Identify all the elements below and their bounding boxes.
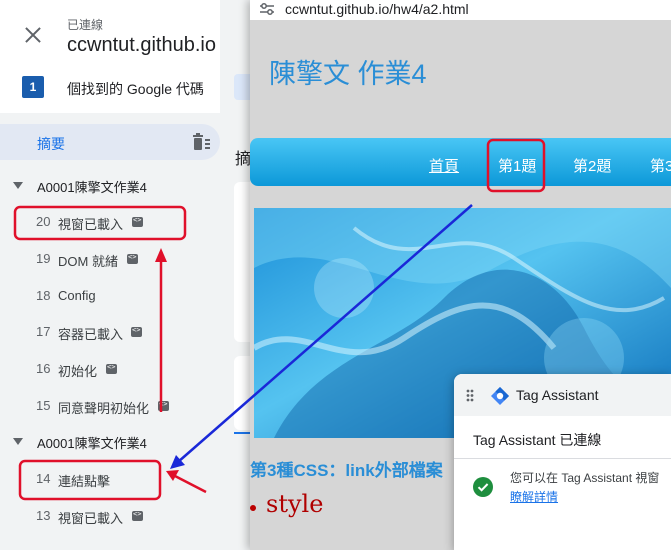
event-name: 連結點擊 xyxy=(58,474,111,489)
tag-assistant-panel: 已連線 ccwntut.github.io 1 個找到的 Google 代碼 摘… xyxy=(0,0,250,550)
group-label: A0001陳擎文作業4 xyxy=(37,180,147,195)
event-name: 視窗已載入 xyxy=(58,511,124,526)
event-number: 14 xyxy=(36,471,51,486)
caret-down-icon xyxy=(13,182,23,189)
section-heading: 第3種CSS：link外部檔案 xyxy=(250,461,443,480)
panel-header: 已連線 ccwntut.github.io 1 個找到的 Google 代碼 xyxy=(0,0,250,113)
site-info-icon[interactable] xyxy=(260,3,274,15)
code-icon xyxy=(158,400,169,411)
event-name: 初始化 xyxy=(58,364,98,379)
bullet-icon xyxy=(250,505,256,511)
site-nav: 首頁 第1題 第2題 第3 xyxy=(250,138,671,186)
check-circle-icon xyxy=(473,477,493,497)
nav-link-q2[interactable]: 第2題 xyxy=(573,155,611,176)
popup-divider xyxy=(454,458,671,459)
event-name: 視窗已載入 xyxy=(58,217,124,232)
tag-assistant-logo-icon xyxy=(491,387,509,405)
url-text[interactable]: ccwntut.github.io/hw4/a2.html xyxy=(285,1,469,17)
details-divider xyxy=(234,432,250,434)
event-name: DOM 就緒 xyxy=(58,254,118,269)
summary-label: 摘要 xyxy=(37,136,65,152)
event-number: 13 xyxy=(36,508,51,523)
event-number: 16 xyxy=(36,361,51,376)
event-group-2[interactable]: A0001陳擎文作業4 xyxy=(0,430,250,454)
details-tab[interactable] xyxy=(234,74,250,100)
code-icon xyxy=(131,326,142,337)
event-item-15[interactable]: 15 同意聲明初始化 xyxy=(0,393,250,419)
code-icon xyxy=(132,510,143,521)
group-label: A0001陳擎文作業4 xyxy=(37,436,147,451)
event-item-20[interactable]: 20 視窗已載入 xyxy=(0,209,250,235)
event-number: 15 xyxy=(36,398,51,413)
popup-title: Tag Assistant xyxy=(516,387,599,403)
close-icon[interactable] xyxy=(22,25,44,47)
event-number: 19 xyxy=(36,251,51,266)
event-item-17[interactable]: 17 容器已載入 xyxy=(0,319,250,345)
popup-header: Tag Assistant xyxy=(454,374,671,416)
nav-link-q3[interactable]: 第3 xyxy=(650,155,671,176)
event-item-13[interactable]: 13 視窗已載入 xyxy=(0,503,250,529)
event-item-16[interactable]: 16 初始化 xyxy=(0,356,250,382)
event-item-14[interactable]: 14 連結點擊 xyxy=(0,466,250,492)
event-name: 同意聲明初始化 xyxy=(58,401,150,416)
code-icon xyxy=(132,216,143,227)
nav-link-q1[interactable]: 第1題 xyxy=(498,155,536,176)
event-group-1[interactable]: A0001陳擎文作業4 xyxy=(0,174,250,198)
details-heading-partial: 摘 xyxy=(235,151,252,168)
tag-count-label[interactable]: 個找到的 Google 代碼 xyxy=(67,79,204,99)
caret-down-icon xyxy=(13,438,23,445)
screen: 已連線 ccwntut.github.io 1 個找到的 Google 代碼 摘… xyxy=(0,0,671,550)
event-number: 18 xyxy=(36,288,51,303)
drag-handle-icon[interactable] xyxy=(466,389,474,402)
tag-count-badge: 1 xyxy=(22,76,44,98)
event-name: 容器已載入 xyxy=(58,327,124,342)
details-card xyxy=(234,182,250,342)
style-text: style xyxy=(266,490,324,518)
event-number: 20 xyxy=(36,214,51,229)
connection-status: 已連線 xyxy=(67,18,104,32)
details-pane-edge: 摘 xyxy=(220,0,252,550)
tag-assistant-popup: Tag Assistant Tag Assistant 已連線 您可以在 Tag… xyxy=(454,374,671,550)
event-item-18[interactable]: 18 Config xyxy=(0,283,250,309)
popup-status: Tag Assistant 已連線 xyxy=(473,432,602,448)
popup-message: 您可以在 Tag Assistant 視窗 xyxy=(510,471,660,485)
summary-nav-item[interactable]: 摘要 xyxy=(0,124,220,160)
connected-domain: ccwntut.github.io xyxy=(67,34,216,56)
event-name: Config xyxy=(58,288,96,303)
page-title: 陳擎文 作業4 xyxy=(269,59,427,89)
code-icon xyxy=(127,253,138,264)
event-number: 17 xyxy=(36,324,51,339)
address-bar[interactable]: ccwntut.github.io/hw4/a2.html xyxy=(250,0,671,20)
learn-more-link[interactable]: 瞭解詳情 xyxy=(510,488,558,505)
trash-icon[interactable] xyxy=(191,133,211,151)
code-icon xyxy=(106,363,117,374)
event-item-19[interactable]: 19 DOM 就緒 xyxy=(0,246,250,272)
details-card xyxy=(234,356,250,430)
nav-link-home[interactable]: 首頁 xyxy=(429,155,459,176)
